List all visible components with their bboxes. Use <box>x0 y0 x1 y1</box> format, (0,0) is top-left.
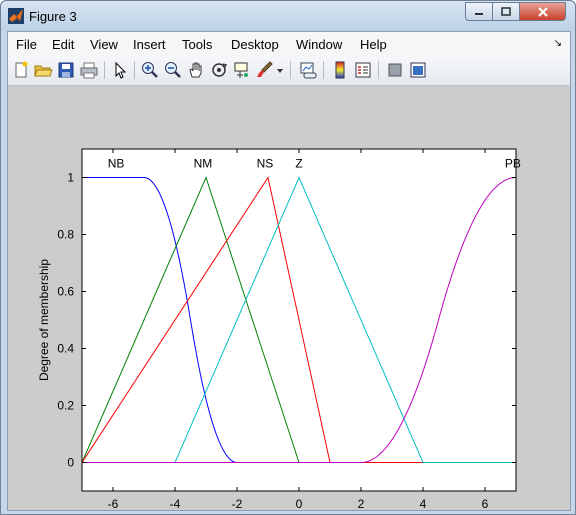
toolbar-separator <box>378 61 379 79</box>
menu-bar: File Edit View Insert Tools Desktop Wind… <box>8 32 570 57</box>
figure-client-area: File Edit View Insert Tools Desktop Wind… <box>7 31 571 515</box>
colorbar-icon[interactable] <box>330 60 350 80</box>
maximize-button[interactable] <box>492 2 520 21</box>
x-tick-label: 6 <box>482 497 489 510</box>
data-cursor-icon[interactable] <box>232 60 252 80</box>
y-tick-label: 0.2 <box>57 399 74 413</box>
save-icon[interactable] <box>56 60 76 80</box>
rotate-3d-icon[interactable] <box>209 60 229 80</box>
figure-toolbar <box>8 57 570 86</box>
minimize-icon <box>475 12 483 15</box>
y-tick-label: 0 <box>67 456 74 470</box>
toolbar-separator <box>134 61 135 79</box>
close-icon <box>537 6 548 17</box>
minimize-button[interactable] <box>465 2 493 21</box>
y-tick-label: 0.4 <box>57 342 74 356</box>
show-plot-tools-icon[interactable] <box>408 60 428 80</box>
x-tick-label: -6 <box>108 497 119 510</box>
x-tick-label: 2 <box>358 497 365 510</box>
title-bar[interactable]: Figure 3 <box>1 1 575 31</box>
menu-help[interactable]: Help <box>360 37 387 52</box>
zoom-out-icon[interactable] <box>163 60 183 80</box>
series-label-nm: NM <box>194 157 213 171</box>
series-label-ns: NS <box>257 157 274 171</box>
pan-icon[interactable] <box>186 60 206 80</box>
maximize-icon <box>501 6 511 16</box>
menu-desktop[interactable]: Desktop <box>231 37 279 52</box>
x-tick-label: 0 <box>296 497 303 510</box>
open-file-icon[interactable] <box>33 60 53 80</box>
brush-dropdown-icon[interactable] <box>275 60 285 80</box>
figure-canvas: NBNMNSZPB-6-4-2024600.20.40.60.81ecDegre… <box>8 86 570 515</box>
y-axis-label: Degree of membership <box>37 259 51 381</box>
menu-view[interactable]: View <box>90 37 118 52</box>
matlab-logo-icon <box>8 8 24 24</box>
menu-edit[interactable]: Edit <box>52 37 74 52</box>
x-tick-label: 4 <box>420 497 427 510</box>
membership-plot[interactable]: NBNMNSZPB-6-4-2024600.20.40.60.81ecDegre… <box>8 86 570 515</box>
window-title: Figure 3 <box>29 9 77 24</box>
link-plot-icon[interactable] <box>298 60 318 80</box>
y-tick-label: 0.8 <box>57 228 74 242</box>
series-label-z: Z <box>295 157 302 171</box>
menu-window[interactable]: Window <box>296 37 342 52</box>
x-tick-label: -2 <box>232 497 243 510</box>
y-tick-label: 0.6 <box>57 285 74 299</box>
menu-file[interactable]: File <box>16 37 37 52</box>
toolbar-separator <box>323 61 324 79</box>
pointer-icon[interactable] <box>110 60 130 80</box>
toolbar-separator <box>290 61 291 79</box>
y-tick-label: 1 <box>67 171 74 185</box>
menu-tools[interactable]: Tools <box>182 37 212 52</box>
print-icon[interactable] <box>79 60 99 80</box>
legend-icon[interactable] <box>353 60 373 80</box>
series-label-pb: PB <box>505 157 521 171</box>
new-figure-icon[interactable] <box>11 60 31 80</box>
hide-plot-tools-icon[interactable] <box>385 60 405 80</box>
zoom-in-icon[interactable] <box>140 60 160 80</box>
x-tick-label: -4 <box>170 497 181 510</box>
figure-window: Figure 3 File Edit View Insert Tools Des… <box>0 0 576 515</box>
brush-icon[interactable] <box>255 60 275 80</box>
close-button[interactable] <box>519 2 566 21</box>
toolbar-separator <box>104 61 105 79</box>
dock-arrow-icon[interactable]: ↘ <box>554 38 562 49</box>
menu-insert[interactable]: Insert <box>133 37 166 52</box>
series-label-nb: NB <box>108 157 125 171</box>
